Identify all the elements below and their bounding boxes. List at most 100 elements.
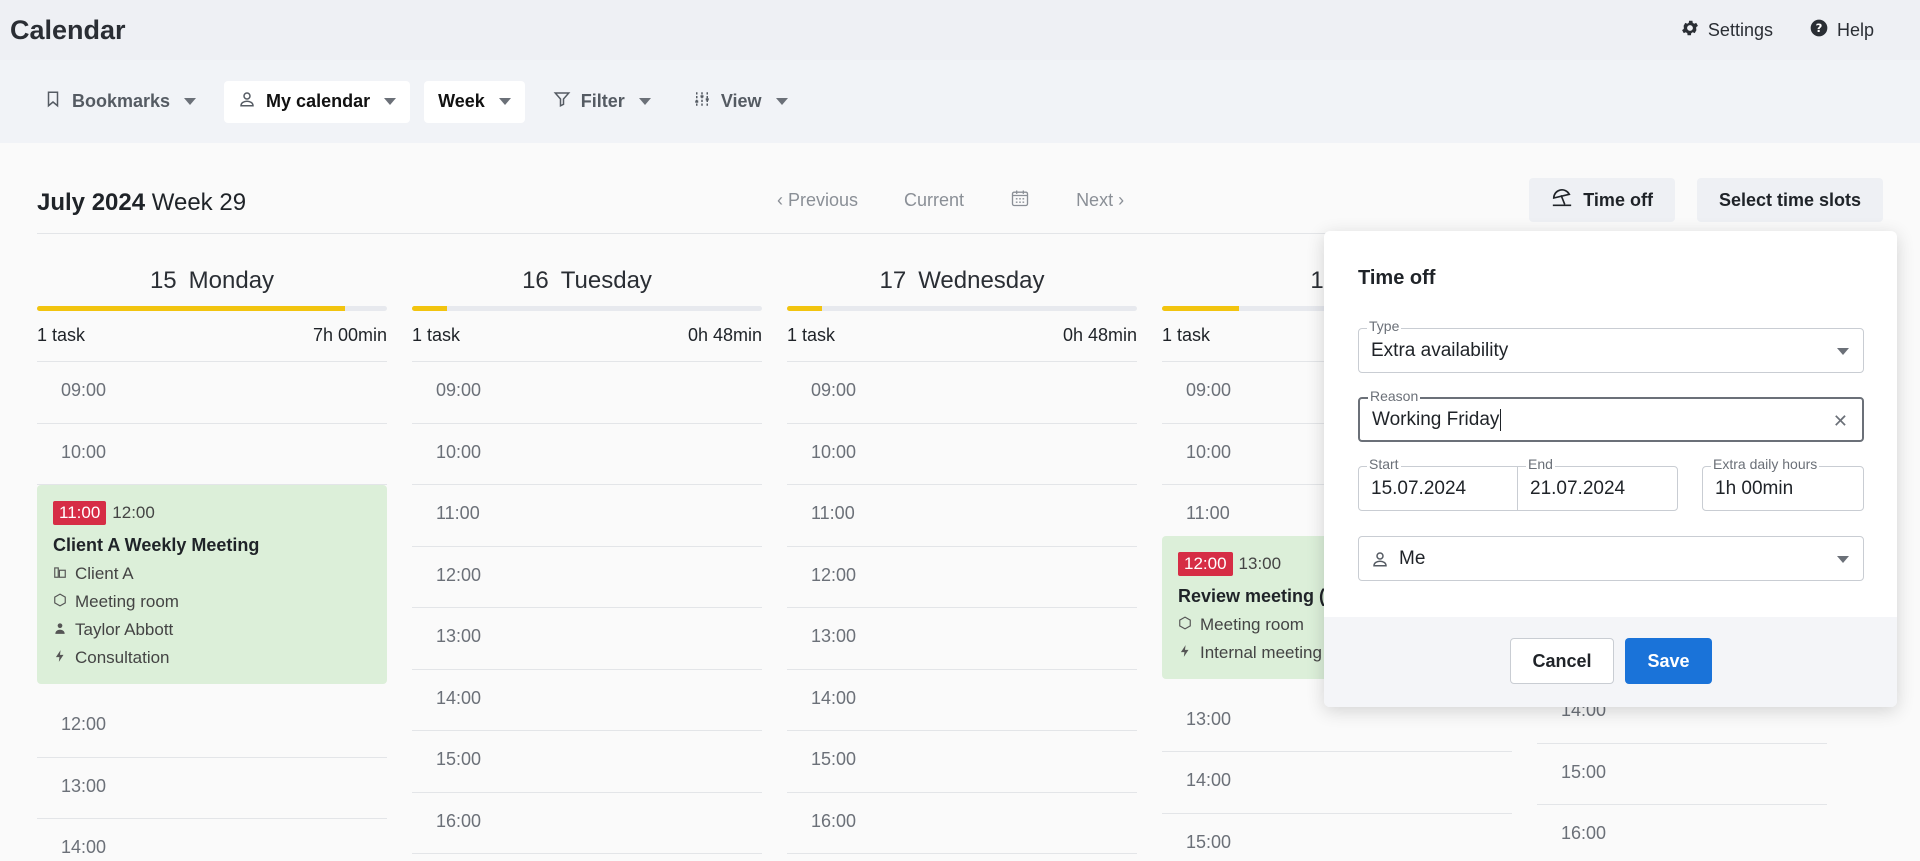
reason-input[interactable]: Reason Working Friday ✕ (1358, 388, 1864, 442)
assignee-select[interactable]: Me (1358, 536, 1864, 581)
time-slots: 12:00 13:00 14:00 (37, 696, 387, 861)
extra-value: 1h 00min (1715, 477, 1794, 499)
event-detail: Meeting room (53, 592, 371, 612)
previous-label: Previous (788, 189, 859, 210)
view-dropdown[interactable]: View (679, 81, 802, 123)
time-slot[interactable]: 09:00 (37, 362, 387, 424)
type-select[interactable]: Type Extra availability (1358, 318, 1864, 373)
day-number: 17 (879, 267, 907, 294)
calendar-icon[interactable] (1010, 188, 1030, 213)
chevron-down-icon (775, 98, 788, 105)
sliders-icon (693, 90, 711, 113)
chevron-down-icon (638, 98, 651, 105)
time-slot[interactable]: 13:00 (37, 758, 387, 819)
time-slots: 09:00 10:00 11:00 12:00 13:00 14:00 15:00 16:00 (787, 361, 1137, 854)
day-header[interactable]: 15 Monday (37, 260, 387, 302)
time-slot[interactable]: 14:00 (37, 819, 387, 861)
time-slot[interactable]: 14:00 (412, 670, 762, 731)
bookmarks-dropdown[interactable]: Bookmarks (30, 81, 210, 123)
time-off-button[interactable]: Time off (1529, 178, 1675, 222)
my-calendar-label: My calendar (266, 91, 371, 111)
next-button[interactable]: Next › (1076, 190, 1124, 211)
time-slot[interactable]: 15:00 (1537, 744, 1827, 805)
time-slot[interactable]: 12:00 (37, 696, 387, 758)
assignee-value: Me (1399, 547, 1426, 569)
time-slot[interactable]: 10:00 (787, 424, 1137, 485)
week-dropdown[interactable]: Week (424, 80, 525, 123)
day-column: 16 Tuesday 1 task 0h 48min 09:00 10:00 11:00 12… (412, 260, 762, 854)
filter-label: Filter (580, 91, 625, 111)
task-count: 1 task (37, 325, 86, 345)
time-slot[interactable]: 14:00 (787, 670, 1137, 731)
event-start-badge: 11:00 (53, 501, 107, 525)
event-detail-text: Internal meeting (1200, 642, 1322, 662)
day-column: 15 Monday 1 task 7h 00min 09:00 10:00 11:00 12:… (37, 260, 387, 861)
day-header[interactable]: 17 Wednesday (787, 260, 1137, 302)
user-icon (1371, 550, 1389, 568)
select-time-slots-button[interactable]: Select time slots (1696, 178, 1883, 222)
user-icon (238, 90, 256, 113)
time-slots: 09:00 10:00 11:00 12:00 13:00 14:00 15:00 16:00 (412, 361, 762, 854)
task-count: 1 task (1162, 325, 1211, 345)
time-slot[interactable]: 15:00 (412, 731, 762, 793)
reason-label: Reason (1368, 388, 1421, 404)
event-title: Client A Weekly Meeting (53, 535, 260, 555)
time-slot[interactable]: 13:00 (787, 608, 1137, 670)
day-hours: 0h 48min (687, 325, 762, 345)
end-value: 21.07.2024 (1530, 477, 1626, 499)
event-detail-text: Meeting room (1200, 614, 1304, 634)
time-slot[interactable]: 14:00 (1162, 752, 1512, 814)
cancel-button[interactable]: Cancel (1510, 638, 1614, 684)
filter-dropdown[interactable]: Filter (539, 81, 665, 123)
day-progress-bar (787, 306, 1137, 311)
help-button[interactable]: ? Help (1809, 18, 1874, 43)
time-slot[interactable]: 15:00 (787, 731, 1137, 793)
day-stats: 1 task 0h 48min (787, 325, 1137, 349)
chevron-down-icon (498, 98, 511, 105)
time-slot[interactable]: 09:00 (787, 362, 1137, 424)
time-slot[interactable]: 09:00 (412, 362, 762, 424)
calendar-event[interactable]: 11:00 12:00 Client A Weekly Meeting Client … (37, 485, 387, 684)
clear-icon[interactable]: ✕ (1833, 411, 1848, 432)
time-slot[interactable]: 11:00 (412, 485, 762, 547)
bolt-icon (1178, 643, 1192, 663)
event-detail: Client A (53, 564, 371, 584)
help-icon: ? (1809, 18, 1829, 43)
time-slot[interactable]: 12:00 (787, 547, 1137, 608)
previous-button[interactable]: ‹ Previous (777, 190, 858, 211)
event-detail-text: Taylor Abbott (75, 620, 174, 639)
time-slot[interactable]: 13:00 (412, 608, 762, 670)
time-slot[interactable]: 16:00 (1537, 805, 1827, 861)
start-date-field[interactable]: Start 15.07.2024 (1358, 456, 1518, 511)
end-date-field[interactable]: End 21.07.2024 (1517, 456, 1678, 511)
chevron-down-icon (1837, 348, 1849, 355)
time-slot[interactable]: 12:00 (412, 547, 762, 608)
event-start-badge: 12:00 (1178, 551, 1233, 576)
next-label: Next (1076, 189, 1114, 210)
settings-button[interactable]: Settings (1680, 18, 1773, 43)
week-title: July 2024 Week 29 (37, 189, 246, 217)
progress-fill (1162, 306, 1239, 311)
bookmarks-label: Bookmarks (72, 91, 171, 111)
save-button[interactable]: Save (1625, 638, 1712, 684)
settings-label: Settings (1707, 19, 1773, 40)
day-stats: 1 task 0h 48min (412, 325, 762, 349)
time-slot[interactable]: 16:00 (412, 793, 762, 854)
extra-daily-hours-field[interactable]: Extra daily hours 1h 00min (1702, 456, 1864, 511)
app-title: Calendar (10, 14, 126, 45)
current-button[interactable]: Current (904, 190, 964, 211)
event-end-time: 13:00 (1238, 553, 1282, 573)
day-header[interactable]: 16 Tuesday (412, 260, 762, 302)
time-slot[interactable]: 15:00 (1162, 814, 1512, 861)
time-slot[interactable]: 11:00 (787, 485, 1137, 547)
my-calendar-dropdown[interactable]: My calendar (224, 80, 411, 123)
text-cursor (1500, 408, 1502, 431)
month-year: July 2024 (37, 188, 146, 216)
event-end-time: 12:00 (112, 503, 155, 522)
week-header: July 2024 Week 29 ‹ Previous Current Nex… (37, 172, 1883, 234)
time-slot[interactable]: 16:00 (787, 793, 1137, 854)
time-slot[interactable]: 10:00 (37, 424, 387, 485)
time-slot[interactable]: 10:00 (412, 424, 762, 485)
time-off-popup: Time off Type Extra availability Reason … (1324, 231, 1897, 707)
popup-footer: Cancel Save (1324, 617, 1897, 707)
